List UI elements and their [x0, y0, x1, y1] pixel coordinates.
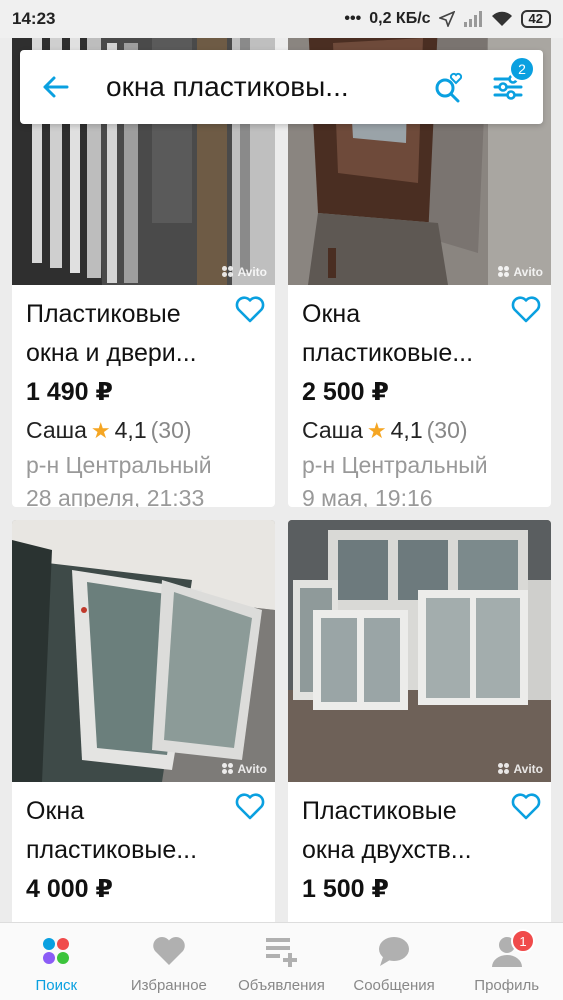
- seller-reviews: (30): [150, 417, 192, 443]
- avito-logo-icon: [222, 763, 234, 775]
- listing-title-line: Пластиковые: [302, 797, 457, 825]
- listing-price: 4 000 ₽: [26, 875, 113, 903]
- status-icons: ••• 0,2 КБ/с 42: [344, 10, 551, 28]
- nav-label: Объявления: [238, 977, 325, 994]
- back-arrow-icon: [43, 76, 69, 98]
- search-query[interactable]: окна пластиковы...: [90, 71, 423, 103]
- avito-logo-icon: [498, 266, 510, 278]
- avito-watermark: Avito: [498, 265, 543, 279]
- watermark-text: Avito: [237, 265, 267, 279]
- heart-icon: [151, 933, 187, 969]
- location-arrow-icon: [438, 11, 455, 27]
- seller-name: Саша: [302, 417, 363, 443]
- listing-photo[interactable]: Avito: [12, 520, 275, 782]
- favorite-heart-icon[interactable]: [235, 295, 265, 323]
- listing-info: Окна пластиковые... 4 000 ₽: [12, 782, 275, 918]
- nav-profile[interactable]: Профиль 1: [450, 923, 563, 1000]
- wifi-icon: [491, 11, 512, 26]
- listing-info: Пластиковые окна двухств... 1 500 ₽: [288, 782, 551, 918]
- listing-title-line: Окна: [302, 300, 361, 328]
- star-icon: ★: [366, 417, 387, 443]
- network-speed: 0,2 КБ/с: [369, 10, 431, 27]
- listing-title-line: Окна: [26, 797, 85, 825]
- nav-ads[interactable]: Объявления: [225, 923, 338, 1000]
- signal-icon: [463, 11, 482, 27]
- listing-date: 28 апреля, 21:33: [26, 485, 205, 507]
- white-windows-photo: [12, 520, 275, 782]
- seller-rating: 4,1: [390, 417, 423, 443]
- filters-button[interactable]: 2: [473, 50, 543, 124]
- avito-logo-icon: [222, 266, 234, 278]
- avito-watermark: Avito: [498, 762, 543, 776]
- listing-location: р-н Центральный: [302, 452, 488, 478]
- nav-messages[interactable]: Сообщения: [338, 923, 451, 1000]
- listing-price: 1 490 ₽: [26, 378, 113, 406]
- watermark-text: Avito: [513, 762, 543, 776]
- battery-indicator: 42: [520, 10, 551, 28]
- seller-reviews: (30): [426, 417, 468, 443]
- listing-title[interactable]: Пластиковые окна двухств...: [302, 792, 507, 870]
- seller-info: Саша ★ 4,1 (30): [302, 417, 537, 444]
- status-bar: 14:23 ••• 0,2 КБ/с 42: [0, 0, 563, 38]
- favorite-heart-icon[interactable]: [235, 792, 265, 820]
- nav-label: Профиль: [474, 977, 540, 994]
- search-dots-icon: [38, 933, 74, 969]
- favorite-heart-icon[interactable]: [511, 792, 541, 820]
- seller-name: Саша: [26, 417, 87, 443]
- profile-notification-badge: 1: [510, 929, 535, 953]
- listing-price: 2 500 ₽: [302, 378, 389, 406]
- search-heart-icon: [435, 72, 463, 103]
- listing-card[interactable]: Avito Окна пластиковые... 4 000 ₽: [12, 520, 275, 922]
- seller-rating: 4,1: [114, 417, 147, 443]
- watermark-text: Avito: [513, 265, 543, 279]
- listing-location: р-н Центральный: [26, 452, 212, 478]
- nav-favorites[interactable]: Избранное: [113, 923, 226, 1000]
- ads-list-add-icon: [263, 933, 299, 969]
- listing-title-line: пластиковые...: [302, 339, 474, 367]
- listings-grid: Avito Пластиковые окна и двери... 1 490 …: [12, 38, 552, 922]
- status-time: 14:23: [12, 9, 56, 28]
- nav-label: Сообщения: [353, 977, 435, 994]
- listing-info: Пластиковые окна и двери... 1 490 ₽ Саша…: [12, 285, 275, 507]
- listing-title-line: пластиковые...: [26, 836, 198, 864]
- seller-info: Саша ★ 4,1 (30): [26, 417, 261, 444]
- listing-title-line: окна двухств...: [302, 836, 472, 864]
- listing-date: 9 мая, 19:16: [302, 485, 433, 507]
- bottom-navigation: Поиск Избранное Объявления Сообщения Про…: [0, 922, 563, 1000]
- window-frames-outdoor-photo: [288, 520, 551, 782]
- watermark-text: Avito: [237, 762, 267, 776]
- listing-title[interactable]: Окна пластиковые...: [26, 792, 231, 870]
- avito-watermark: Avito: [222, 265, 267, 279]
- filter-count-badge: 2: [509, 56, 535, 82]
- listing-title[interactable]: Окна пластиковые...: [302, 295, 507, 373]
- favorite-heart-icon[interactable]: [511, 295, 541, 323]
- chat-bubble-icon: [376, 933, 412, 969]
- listing-photo[interactable]: Avito: [288, 520, 551, 782]
- save-search-button[interactable]: [423, 50, 473, 124]
- star-icon: ★: [90, 417, 111, 443]
- nav-label: Поиск: [35, 977, 78, 994]
- nav-label: Избранное: [130, 977, 207, 994]
- listing-info: Окна пластиковые... 2 500 ₽ Саша ★ 4,1 (…: [288, 285, 551, 507]
- more-dots-icon: •••: [344, 10, 362, 27]
- listing-card[interactable]: Avito Пластиковые окна двухств... 1 500 …: [288, 520, 551, 922]
- listing-title-line: окна и двери...: [26, 339, 197, 367]
- back-button[interactable]: [20, 50, 90, 124]
- listing-title-line: Пластиковые: [26, 300, 181, 328]
- avito-watermark: Avito: [222, 762, 267, 776]
- nav-search[interactable]: Поиск: [0, 923, 113, 1000]
- avito-logo-icon: [498, 763, 510, 775]
- listing-title[interactable]: Пластиковые окна и двери...: [26, 295, 231, 373]
- search-bar: окна пластиковы... 2: [20, 50, 543, 124]
- listing-price: 1 500 ₽: [302, 875, 389, 903]
